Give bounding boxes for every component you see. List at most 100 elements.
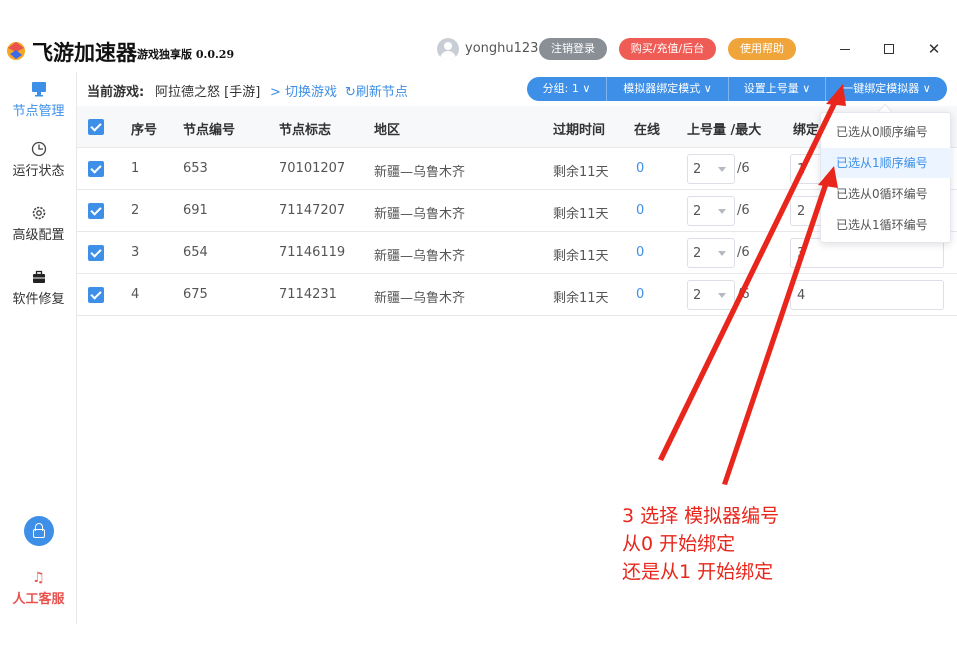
bind-mode-dropdown-button[interactable]: 模拟器绑定模式 ∨ bbox=[607, 77, 729, 101]
monitor-icon bbox=[31, 82, 46, 97]
row-expire: 剩余11天 bbox=[553, 249, 609, 264]
row-max-count: /6 bbox=[737, 287, 750, 302]
app-version: 游戏独享版 0.0.29 bbox=[137, 48, 235, 61]
row-node-number: 654 bbox=[183, 245, 208, 260]
annotation-line-2: 从0 开始绑定 bbox=[622, 533, 736, 555]
row-index: 4 bbox=[131, 287, 140, 302]
row-count-select[interactable]: 2 bbox=[687, 280, 735, 310]
sidebar-item-node-management[interactable]: 节点管理 bbox=[0, 80, 77, 119]
avatar[interactable] bbox=[437, 38, 459, 60]
app-title: 飞游加速器 bbox=[32, 41, 137, 65]
row-node-number: 653 bbox=[183, 161, 208, 176]
one-key-bind-dropdown-button[interactable]: 一键绑定模拟器 ∨ bbox=[826, 77, 947, 101]
close-button[interactable]: ✕ bbox=[921, 38, 947, 60]
sidebar-item-advanced-config[interactable]: 高级配置 bbox=[0, 204, 77, 243]
sidebar-item-label: 节点管理 bbox=[12, 104, 65, 119]
current-game: 阿拉德之怒 [手游] bbox=[155, 85, 261, 100]
row-expire: 剩余11天 bbox=[553, 207, 609, 222]
chevron-down-icon bbox=[718, 251, 726, 256]
row-count-select[interactable]: 2 bbox=[687, 196, 735, 226]
customer-service-label: 人工客服 bbox=[12, 592, 65, 607]
sidebar-item-label: 软件修复 bbox=[12, 292, 65, 307]
row-node-number: 691 bbox=[183, 203, 208, 218]
gear-icon bbox=[32, 206, 45, 220]
username: yonghu123 bbox=[465, 41, 539, 56]
maximize-button[interactable] bbox=[876, 38, 902, 60]
toolbox-icon bbox=[32, 270, 45, 283]
minimize-icon bbox=[840, 49, 850, 50]
row-checkbox[interactable] bbox=[88, 203, 104, 219]
row-online-count: 0 bbox=[636, 245, 645, 260]
row-online-count: 0 bbox=[636, 203, 645, 218]
row-node-tag: 71146119 bbox=[279, 245, 346, 260]
row-index: 1 bbox=[131, 161, 140, 176]
header-region: 地区 bbox=[374, 123, 401, 138]
row-checkbox[interactable] bbox=[88, 161, 104, 177]
maximize-icon bbox=[884, 44, 894, 54]
select-all-checkbox[interactable] bbox=[88, 119, 104, 135]
row-index: 2 bbox=[131, 203, 140, 218]
logout-button[interactable]: 注销登录 bbox=[539, 38, 607, 60]
sidebar-item-software-repair[interactable]: 软件修复 bbox=[0, 268, 77, 307]
sidebar-item-label: 运行状态 bbox=[12, 164, 65, 179]
buy-recharge-button[interactable]: 购买/充值/后台 bbox=[619, 38, 716, 60]
header-expire: 过期时间 bbox=[553, 123, 606, 138]
close-icon: ✕ bbox=[927, 40, 941, 58]
header-bind: 绑定 bbox=[793, 123, 820, 138]
sidebar-item-label: 高级配置 bbox=[12, 228, 65, 243]
group-dropdown-button[interactable]: 分组: 1 ∨ bbox=[527, 77, 607, 101]
header-index: 序号 bbox=[131, 123, 158, 138]
current-game-label: 当前游戏: bbox=[87, 85, 145, 100]
row-node-tag: 71147207 bbox=[279, 203, 346, 218]
switch-game-link[interactable]: > 切换游戏 bbox=[270, 81, 337, 100]
dropdown-option[interactable]: 已选从0顺序编号 bbox=[821, 117, 952, 147]
headset-icon: ♫ bbox=[32, 570, 45, 586]
refresh-icon: ↻ bbox=[345, 85, 356, 100]
minimize-button[interactable] bbox=[832, 38, 858, 60]
sidebar: 节点管理 运行状态 高级配置 软件修复 ♫ 人工客服 bbox=[0, 72, 77, 624]
lock-button[interactable] bbox=[24, 516, 54, 546]
row-max-count: /6 bbox=[737, 161, 750, 176]
row-node-number: 675 bbox=[183, 287, 208, 302]
dropdown-option[interactable]: 已选从1顺序编号 bbox=[821, 148, 952, 178]
title-bar: 飞游加速器 游戏独享版 0.0.29 yonghu123 注销登录 购买/充值/… bbox=[0, 30, 957, 68]
customer-service-button[interactable]: ♫ 人工客服 bbox=[0, 570, 77, 607]
row-count-select[interactable]: 2 bbox=[687, 154, 735, 184]
row-node-tag: 70101207 bbox=[279, 161, 346, 176]
row-count-select[interactable]: 2 bbox=[687, 238, 735, 268]
set-number-dropdown-button[interactable]: 设置上号量 ∨ bbox=[729, 77, 826, 101]
annotation-line-3: 还是从1 开始绑定 bbox=[622, 561, 774, 583]
row-checkbox[interactable] bbox=[88, 287, 104, 303]
row-index: 3 bbox=[131, 245, 140, 260]
toolbar-button-group: 分组: 1 ∨ 模拟器绑定模式 ∨ 设置上号量 ∨ 一键绑定模拟器 ∨ bbox=[527, 77, 947, 101]
refresh-nodes-link[interactable]: ↻刷新节点 bbox=[345, 81, 408, 100]
sidebar-item-run-status[interactable]: 运行状态 bbox=[0, 140, 77, 179]
bind-numbering-dropdown: 已选从0顺序编号 已选从1顺序编号 已选从0循环编号 已选从1循环编号 bbox=[820, 112, 952, 243]
clock-icon bbox=[31, 141, 46, 157]
header-node-tag: 节点标志 bbox=[279, 123, 332, 138]
row-online-count: 0 bbox=[636, 161, 645, 176]
row-region: 新疆—乌鲁木齐 bbox=[374, 207, 466, 222]
header-online: 在线 bbox=[634, 123, 661, 138]
row-max-count: /6 bbox=[737, 203, 750, 218]
chevron-down-icon bbox=[718, 167, 726, 172]
chevron-down-icon bbox=[718, 293, 726, 298]
row-checkbox[interactable] bbox=[88, 245, 104, 261]
header-count-max: 上号量 /最大 bbox=[687, 123, 762, 138]
row-region: 新疆—乌鲁木齐 bbox=[374, 249, 466, 264]
chevron-down-icon bbox=[718, 209, 726, 214]
row-online-count: 0 bbox=[636, 287, 645, 302]
annotation-line-1: 3 选择 模拟器编号 bbox=[622, 505, 780, 527]
row-bind-input[interactable]: 4 bbox=[790, 280, 944, 310]
table-row: 4 675 7114231 新疆—乌鲁木齐 剩余11天 0 2/6 4 bbox=[77, 274, 957, 316]
row-region: 新疆—乌鲁木齐 bbox=[374, 291, 466, 306]
row-region: 新疆—乌鲁木齐 bbox=[374, 165, 466, 180]
row-max-count: /6 bbox=[737, 245, 750, 260]
annotation-text: 3 选择 模拟器编号 从0 开始绑定 还是从1 开始绑定 bbox=[622, 502, 779, 586]
toolbar: 当前游戏: 阿拉德之怒 [手游] > 切换游戏 ↻刷新节点 分组: 1 ∨ 模拟… bbox=[77, 76, 957, 102]
dropdown-option[interactable]: 已选从1循环编号 bbox=[821, 210, 952, 240]
dropdown-option[interactable]: 已选从0循环编号 bbox=[821, 179, 952, 209]
row-node-tag: 7114231 bbox=[279, 287, 337, 302]
row-expire: 剩余11天 bbox=[553, 291, 609, 306]
help-button[interactable]: 使用帮助 bbox=[728, 38, 796, 60]
